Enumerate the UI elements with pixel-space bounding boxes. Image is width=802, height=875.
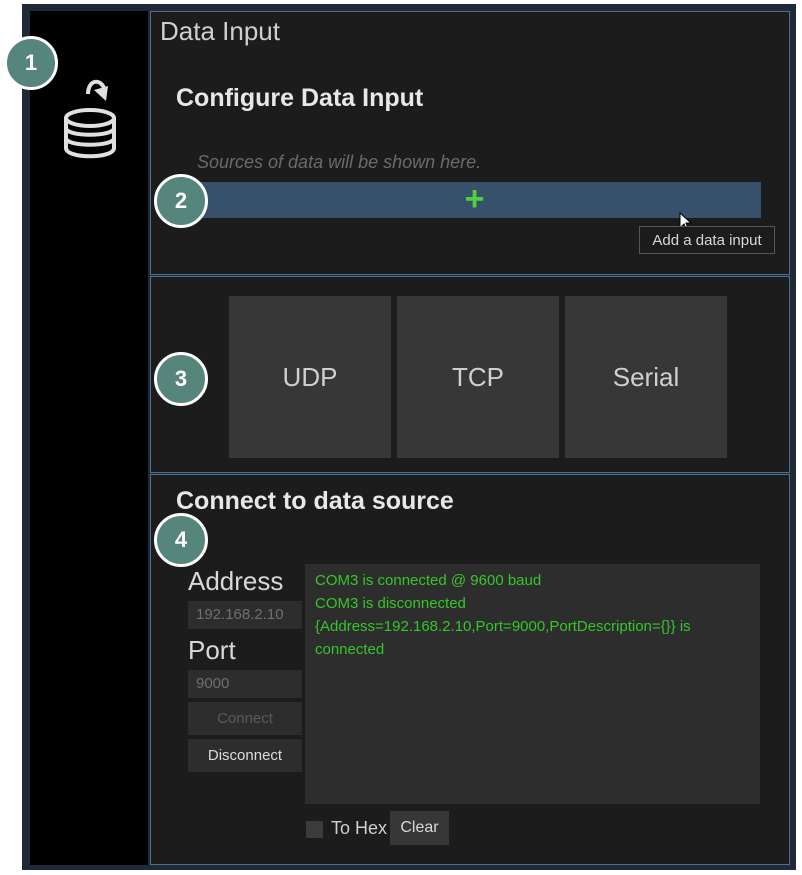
address-label: Address xyxy=(188,566,284,596)
connect-title: Connect to data source xyxy=(176,487,454,515)
protocol-panel: UDP TCP Serial xyxy=(150,276,790,473)
configure-panel: Data Input Configure Data Input Sources … xyxy=(150,11,790,275)
window-title: Data Input xyxy=(160,16,280,46)
to-hex-label: To Hex xyxy=(331,818,388,838)
disconnect-button[interactable]: Disconnect xyxy=(188,739,302,772)
add-data-input-button[interactable]: + xyxy=(188,182,761,218)
callout-badge-1: 1 xyxy=(4,36,58,90)
log-line: COM3 is connected @ 9600 baud xyxy=(315,572,542,589)
callout-badge-4: 4 xyxy=(154,513,208,567)
port-input[interactable]: 9000 xyxy=(188,670,302,698)
database-icon xyxy=(64,79,116,159)
connection-log: COM3 is connected @ 9600 baud COM3 is di… xyxy=(305,564,760,804)
callout-badge-2: 2 xyxy=(154,174,208,228)
to-hex-checkbox[interactable] xyxy=(306,821,323,838)
connect-panel: Connect to data source Address 192.168.2… xyxy=(150,474,790,865)
sources-placeholder: Sources of data will be shown here. xyxy=(197,152,482,172)
add-data-input-tooltip: Add a data input xyxy=(639,226,775,254)
log-line: COM3 is disconnected xyxy=(315,595,466,612)
udp-tile[interactable]: UDP xyxy=(229,296,391,458)
clear-button[interactable]: Clear xyxy=(390,811,449,845)
serial-tile[interactable]: Serial xyxy=(565,296,727,458)
callout-badge-3: 3 xyxy=(154,352,208,406)
connect-button[interactable]: Connect xyxy=(188,702,302,735)
port-label: Port xyxy=(188,635,236,665)
tcp-tile[interactable]: TCP xyxy=(397,296,559,458)
log-line: {Address=192.168.2.10,Port=9000,PortDesc… xyxy=(315,618,691,658)
plus-icon: + xyxy=(464,179,485,218)
address-input[interactable]: 192.168.2.10 xyxy=(188,601,302,629)
configure-title: Configure Data Input xyxy=(176,84,424,112)
